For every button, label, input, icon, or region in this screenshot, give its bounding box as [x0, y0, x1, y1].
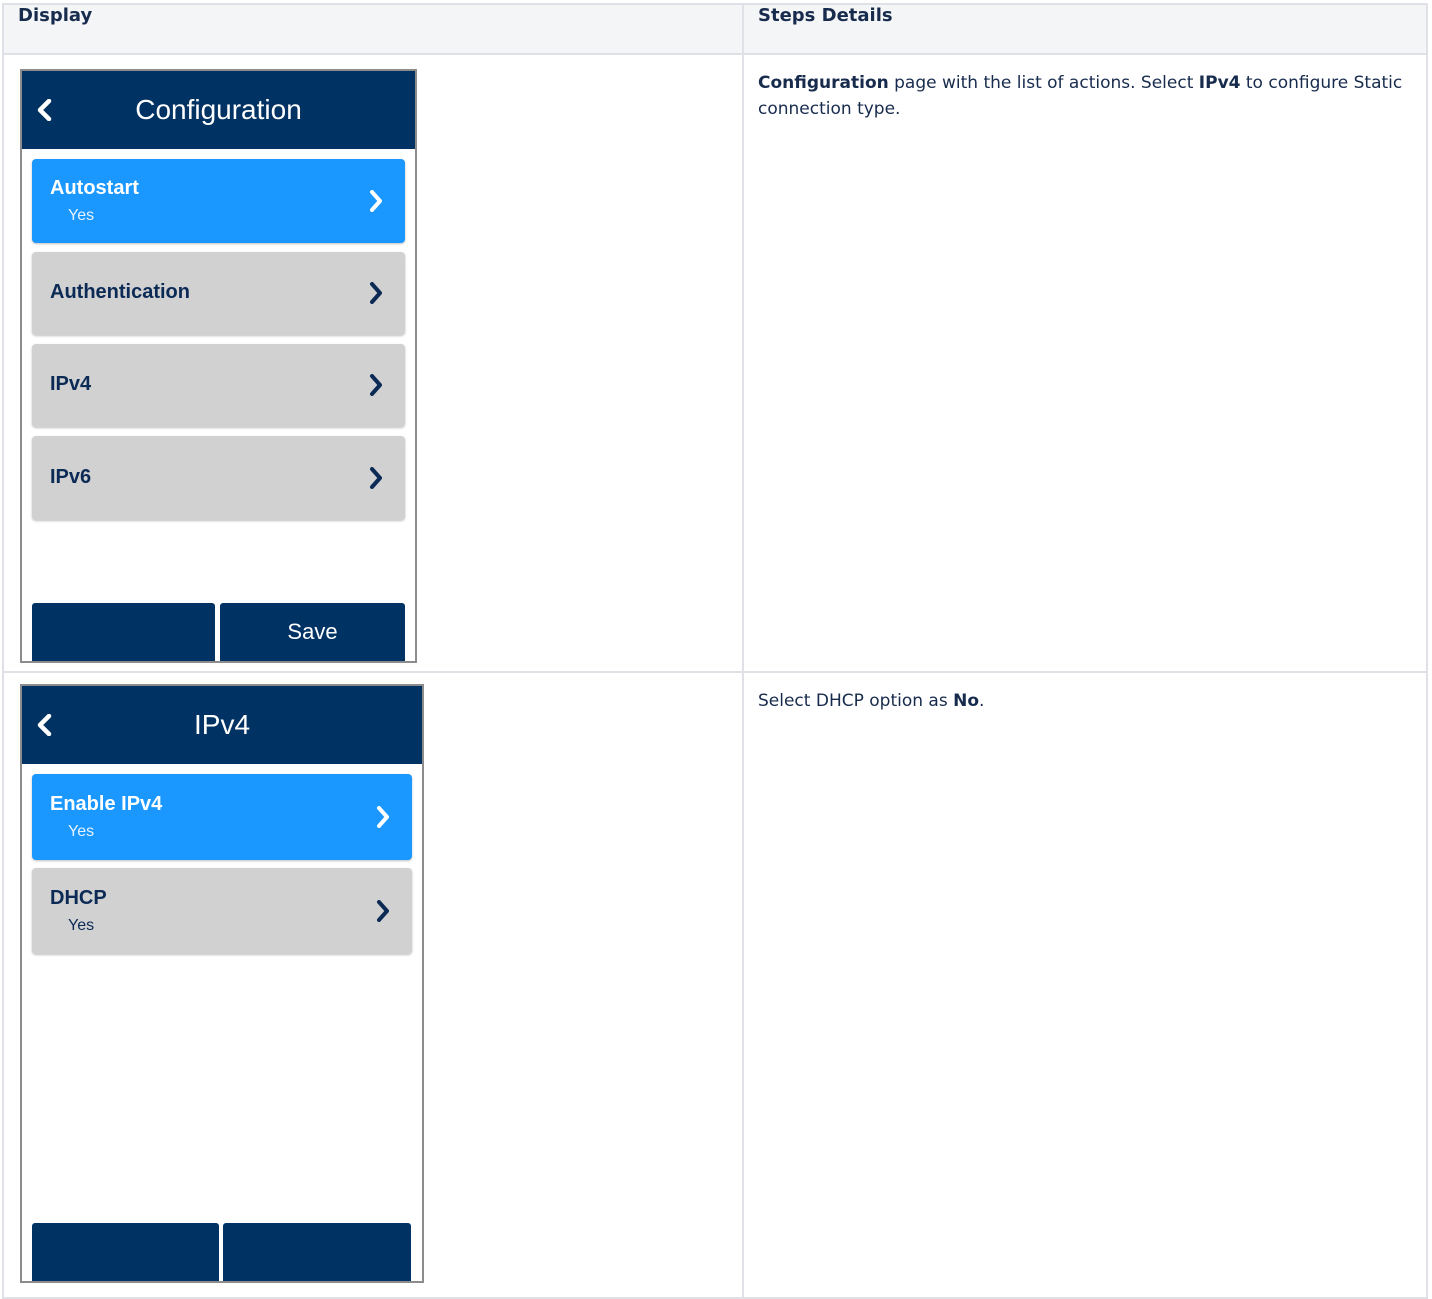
menu-item-autostart[interactable]: Autostart Yes — [32, 159, 405, 244]
device-screenshot-configuration: Configuration Autostart Yes Authenticati… — [20, 69, 417, 664]
desc-bold-text: IPv4 — [1198, 73, 1241, 94]
menu-item-ipv4[interactable]: IPv4 — [32, 344, 405, 428]
menu-item-label: DHCP — [50, 886, 107, 909]
menu-item-authentication[interactable]: Authentication — [32, 252, 405, 336]
desc-text: . — [979, 690, 985, 711]
menu-item-ipv6[interactable]: IPv6 — [32, 436, 405, 521]
menu-item-label: Autostart — [50, 177, 139, 200]
steps-details-cell: Select DHCP option as No. — [742, 670, 1428, 1299]
header-display: Display — [2, 2, 744, 56]
desc-bold-text: No — [953, 690, 980, 711]
menu-item-value: Yes — [68, 916, 95, 934]
table-row: Configuration Autostart Yes Authenticati… — [2, 53, 1428, 673]
chevron-right-icon — [369, 467, 383, 494]
display-cell: IPv4 Enable IPv4 Yes DHCP Yes — [2, 670, 744, 1299]
header-steps-details: Steps Details — [742, 2, 1428, 56]
chevron-right-icon — [369, 374, 383, 401]
steps-details-cell: Configuration page with the list of acti… — [742, 53, 1428, 673]
table-row: IPv4 Enable IPv4 Yes DHCP Yes Select DHC… — [2, 670, 1428, 1299]
softkey-left-button[interactable] — [32, 1222, 219, 1281]
chevron-right-icon — [369, 282, 383, 309]
desc-text: Select DHCP option as — [758, 690, 954, 711]
steps-table: Display Steps Details Configuration Auto… — [2, 2, 1428, 1299]
device-screenshot-ipv4: IPv4 Enable IPv4 Yes DHCP Yes — [20, 683, 424, 1283]
table-header-row: Display Steps Details — [2, 2, 1428, 56]
screen-header: Configuration — [22, 71, 415, 150]
display-cell: Configuration Autostart Yes Authenticati… — [2, 53, 744, 673]
chevron-right-icon — [376, 899, 390, 927]
softkey-left-button[interactable] — [32, 603, 215, 662]
back-chevron-icon[interactable] — [36, 686, 52, 764]
desc-text: page with the list of actions. Select — [888, 73, 1199, 94]
screen-title: Configuration — [135, 94, 302, 126]
chevron-right-icon — [369, 190, 383, 217]
desc-bold-text: Configuration — [758, 73, 889, 94]
menu-item-label: Enable IPv4 — [50, 792, 163, 815]
menu-item-label: IPv6 — [50, 466, 92, 489]
softkey-right-button[interactable] — [223, 1222, 411, 1281]
menu-item-label: Authentication — [50, 281, 190, 304]
save-button[interactable]: Save — [220, 603, 405, 662]
screen-title: IPv4 — [193, 708, 251, 740]
menu-item-value: Yes — [68, 822, 95, 840]
back-chevron-icon[interactable] — [36, 71, 52, 149]
menu-item-enable-ipv4[interactable]: Enable IPv4 Yes — [32, 773, 412, 860]
chevron-right-icon — [376, 805, 390, 833]
menu-item-dhcp[interactable]: DHCP Yes — [32, 867, 412, 954]
menu-item-label: IPv4 — [50, 373, 92, 396]
screen-header: IPv4 — [22, 685, 422, 764]
menu-item-value: Yes — [68, 207, 95, 225]
